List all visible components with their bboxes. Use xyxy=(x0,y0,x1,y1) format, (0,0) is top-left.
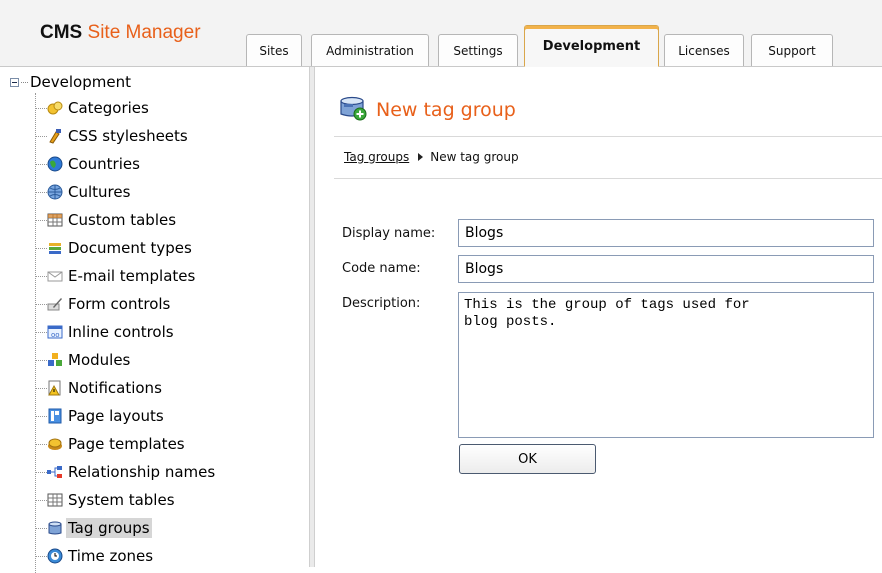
tree-item-categories[interactable]: Categories xyxy=(35,97,151,119)
breadcrumb: Tag groups New tag group xyxy=(344,150,519,164)
tree-item-inline-controls[interactable]: oo Inline controls xyxy=(35,321,176,343)
page-header: New tag group xyxy=(338,95,516,125)
description-label: Description: xyxy=(342,296,421,311)
breadcrumb-tag-groups-link[interactable]: Tag groups xyxy=(344,150,409,164)
custom-tables-icon xyxy=(47,212,63,228)
code-name-label: Code name: xyxy=(342,261,421,276)
tree-item-custom-tables[interactable]: Custom tables xyxy=(35,209,178,231)
app-title-cms: CMS xyxy=(40,22,83,43)
page-layouts-icon xyxy=(47,408,63,424)
breadcrumb-current: New tag group xyxy=(430,150,519,164)
tree-item-email-templates[interactable]: E-mail templates xyxy=(35,265,197,287)
tree-item-css-stylesheets[interactable]: CSS stylesheets xyxy=(35,125,190,147)
form-controls-icon xyxy=(47,296,63,312)
tree-item-page-layouts[interactable]: Page layouts xyxy=(35,405,166,427)
sidebar-tree: Development Categories CSS stylesheets C… xyxy=(0,67,309,573)
divider xyxy=(334,178,882,179)
tree-item-time-zones[interactable]: Time zones xyxy=(35,545,155,567)
svg-text:oo: oo xyxy=(51,331,60,339)
breadcrumb-arrow-icon xyxy=(418,153,424,161)
tree-item-cultures[interactable]: Cultures xyxy=(35,181,132,203)
countries-icon xyxy=(47,156,63,172)
page-templates-icon xyxy=(47,436,63,452)
tab-sites[interactable]: Sites xyxy=(246,34,302,66)
inline-controls-icon: oo xyxy=(47,324,63,340)
page-title: New tag group xyxy=(376,99,516,121)
display-name-label: Display name: xyxy=(342,226,436,241)
main-content: New tag group Tag groups New tag group D… xyxy=(316,67,882,567)
ok-button[interactable]: OK xyxy=(459,444,596,474)
tree-connector xyxy=(21,81,28,83)
tree-item-countries[interactable]: Countries xyxy=(35,153,142,175)
tree-item-notifications[interactable]: Notifications xyxy=(35,377,164,399)
new-tag-group-icon xyxy=(338,95,368,125)
system-tables-icon xyxy=(47,492,63,508)
relationship-names-icon xyxy=(47,464,63,480)
tab-support[interactable]: Support xyxy=(751,34,833,66)
css-stylesheets-icon xyxy=(47,128,63,144)
app-logo: CMS Site Manager xyxy=(40,22,201,44)
tree-item-system-tables[interactable]: System tables xyxy=(35,489,177,511)
display-name-field[interactable] xyxy=(458,219,874,247)
notifications-icon xyxy=(47,380,63,396)
tree-item-page-templates[interactable]: Page templates xyxy=(35,433,187,455)
code-name-field[interactable] xyxy=(458,255,874,283)
tag-groups-icon xyxy=(47,520,63,536)
collapse-toggle-icon[interactable] xyxy=(10,77,19,87)
tree-item-modules[interactable]: Modules xyxy=(35,349,132,371)
splitter[interactable] xyxy=(309,67,315,567)
tab-licenses[interactable]: Licenses xyxy=(664,34,744,66)
email-templates-icon xyxy=(47,268,63,284)
document-types-icon xyxy=(47,240,63,256)
tree-root-development[interactable]: Development xyxy=(10,71,131,93)
cultures-icon xyxy=(47,184,63,200)
description-field[interactable]: This is the group of tags used for blog … xyxy=(458,292,874,438)
tab-administration[interactable]: Administration xyxy=(311,34,429,66)
app-title-site-manager: Site Manager xyxy=(87,22,201,43)
tree-item-form-controls[interactable]: Form controls xyxy=(35,293,172,315)
tab-development[interactable]: Development xyxy=(524,25,659,67)
modules-icon xyxy=(47,352,63,368)
header: CMS Site Manager Sites Administration Se… xyxy=(0,0,882,67)
tree-item-tag-groups[interactable]: Tag groups xyxy=(35,517,152,539)
tree-item-document-types[interactable]: Document types xyxy=(35,237,194,259)
time-zones-icon xyxy=(47,548,63,564)
tree-root-label: Development xyxy=(30,73,131,91)
tree-item-relationship-names[interactable]: Relationship names xyxy=(35,461,217,483)
divider xyxy=(334,136,882,137)
tab-settings[interactable]: Settings xyxy=(438,34,518,66)
categories-icon xyxy=(47,100,63,116)
